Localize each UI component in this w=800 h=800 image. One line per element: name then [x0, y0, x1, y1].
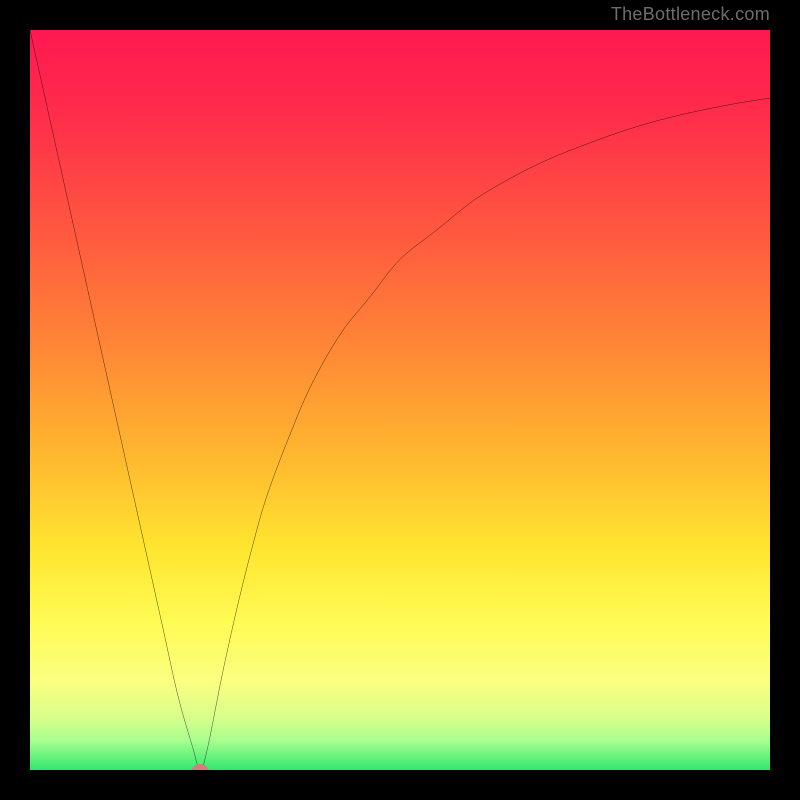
- plot-area: [30, 30, 770, 770]
- bottleneck-point-marker: [192, 764, 208, 770]
- watermark-text: TheBottleneck.com: [611, 4, 770, 25]
- bottleneck-curve: [30, 30, 770, 770]
- chart-frame: TheBottleneck.com: [0, 0, 800, 800]
